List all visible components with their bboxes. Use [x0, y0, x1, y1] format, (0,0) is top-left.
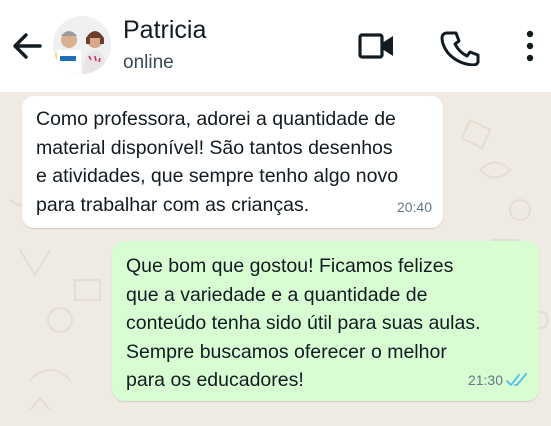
- back-button[interactable]: [10, 30, 44, 62]
- outgoing-message-bubble[interactable]: Que bom que gostou! Ficamos felizes que …: [112, 241, 539, 401]
- message-meta: 20:40: [397, 193, 432, 222]
- message-time: 21:30: [467, 371, 503, 388]
- read-receipt-ticks-icon: [506, 372, 527, 386]
- video-camera-icon: [358, 33, 393, 59]
- message-text: Como professora, adorei a quantidade de …: [36, 108, 399, 216]
- chat-header: Patricia online: [0, 0, 551, 92]
- message-text: Que bom que gostou! Ficamos felizes que …: [126, 255, 481, 391]
- voice-call-button[interactable]: [440, 26, 480, 66]
- message-time: 20:40: [396, 198, 432, 215]
- incoming-message-bubble[interactable]: Como professora, adorei a quantidade de …: [22, 96, 443, 228]
- message-list[interactable]: Como professora, adorei a quantidade de …: [0, 92, 551, 426]
- more-options-button[interactable]: [510, 26, 550, 66]
- message-meta: 21:30: [468, 366, 528, 395]
- video-call-button[interactable]: [356, 26, 396, 66]
- arrow-left-icon: [13, 33, 42, 59]
- more-vertical-icon: [526, 30, 534, 62]
- contact-status: online: [123, 52, 174, 73]
- phone-icon: [440, 31, 480, 66]
- contact-avatar[interactable]: [53, 16, 111, 74]
- contact-name[interactable]: Patricia: [123, 16, 206, 45]
- avatar-photo: [53, 16, 111, 74]
